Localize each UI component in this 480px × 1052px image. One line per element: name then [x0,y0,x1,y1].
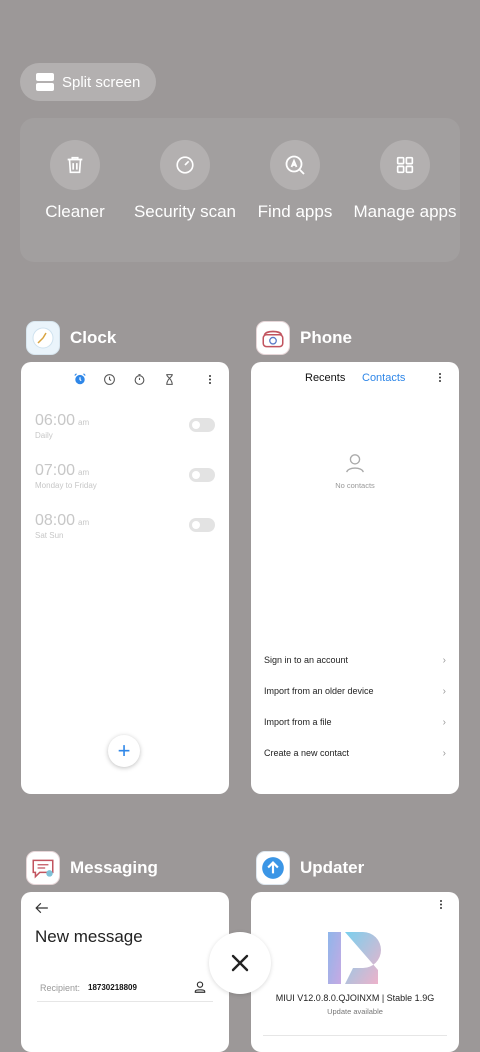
messaging-app-name: Messaging [70,858,158,877]
import-file-item[interactable]: Import from a file › [264,717,446,728]
create-contact-item[interactable]: Create a new contact › [264,748,446,759]
manage-apps-button[interactable]: Manage apps [350,140,460,222]
alarm-time: 07:00 [35,462,76,479]
split-screen-icon [36,73,54,91]
list-item-label: Sign in to an account [264,655,349,665]
clock-app-header: Clock [26,321,116,355]
alarm-tab-icon[interactable] [73,372,87,386]
tab-contacts[interactable]: Contacts [362,372,405,384]
chevron-right-icon: › [442,686,446,697]
add-alarm-button[interactable]: + [108,735,140,767]
alarm-toggle[interactable] [189,468,215,482]
alarm-toggle[interactable] [189,518,215,532]
grid-icon [380,140,430,190]
updater-app-icon [256,851,290,885]
sign-in-item[interactable]: Sign in to an account › [264,655,446,666]
new-message-title: New message [35,927,143,946]
alarm-item[interactable]: 06:00 am Daily [35,412,215,440]
clock-tabs [21,372,229,388]
close-all-button[interactable] [209,932,271,994]
phone-app-icon [256,321,290,355]
clock-app-card[interactable]: 06:00 am Daily 07:00 am Monday to Friday 0… [21,362,229,794]
split-screen-label: Split screen [62,73,141,91]
updater-app-header: Updater [256,851,364,885]
chevron-right-icon: › [442,655,446,666]
contact-picker-icon[interactable] [193,980,207,994]
miui-12-logo-icon [328,932,381,984]
list-item-label: Import from a file [264,717,332,727]
split-screen-button[interactable]: Split screen [20,63,156,101]
list-item-label: Create a new contact [264,748,350,758]
timer-tab-icon[interactable] [163,373,176,386]
more-options-icon[interactable] [435,898,447,911]
chevron-right-icon: › [442,748,446,759]
divider [263,1035,447,1036]
security-scan-icon [160,140,210,190]
alarm-item[interactable]: 07:00 am Monday to Friday [35,462,215,490]
alarm-ampm: am [78,518,90,527]
more-options-icon[interactable] [204,373,216,386]
chevron-right-icon: › [442,717,446,728]
alarm-toggle[interactable] [189,418,215,432]
trash-icon [50,140,100,190]
back-arrow-icon[interactable] [35,902,49,914]
phone-app-name: Phone [300,328,352,347]
find-apps-label: Find apps [257,202,333,221]
clock-app-name: Clock [70,328,117,347]
alarm-item[interactable]: 08:00 am Sat Sun [35,512,215,540]
close-icon [231,954,249,972]
person-icon [346,454,364,473]
version-text: MIUI V12.0.8.0.QJOINXM | Stable 1.9G [275,993,435,1003]
tab-recents[interactable]: Recents [305,372,345,384]
updater-app-name: Updater [300,858,365,877]
messaging-app-icon [26,851,60,885]
messaging-app-card[interactable]: New message Recipient: 18730218809 [21,892,229,1052]
alarm-repeat: Monday to Friday [35,481,97,490]
alarm-time: 06:00 [35,412,76,429]
empty-contacts-text: No contacts [335,481,375,490]
cleaner-button[interactable]: Cleaner [20,140,130,222]
alarm-ampm: am [78,418,90,427]
alarm-ampm: am [78,468,90,477]
quick-actions-panel: Cleaner Security scan Find apps Manage a… [20,118,460,262]
updater-app-card[interactable]: MIUI V12.0.8.0.QJOINXM | Stable 1.9G Upd… [251,892,459,1052]
list-item-label: Import from an older device [264,686,374,696]
phone-app-card[interactable]: Recents Contacts No contacts Sign in to … [251,362,459,794]
divider [37,1001,213,1002]
find-apps-icon [270,140,320,190]
recipient-input[interactable]: 18730218809 [88,983,137,992]
alarm-repeat: Daily [35,431,53,440]
phone-app-header: Phone [256,321,352,355]
world-clock-tab-icon[interactable] [103,373,116,386]
manage-apps-label: Manage apps [353,202,457,221]
stopwatch-tab-icon[interactable] [133,373,146,386]
alarm-repeat: Sat Sun [35,531,64,540]
more-options-icon[interactable] [434,371,446,384]
import-older-device-item[interactable]: Import from an older device › [264,686,446,697]
clock-app-icon [26,321,60,355]
recipient-label: Recipient: [40,983,81,993]
alarm-time: 08:00 [35,512,76,529]
update-status-text: Update available [327,1007,383,1016]
messaging-app-header: Messaging [26,851,158,885]
find-apps-button[interactable]: Find apps [240,140,350,222]
cleaner-label: Cleaner [45,202,105,221]
security-scan-label: Security scan [133,202,237,221]
security-scan-button[interactable]: Security scan [130,140,240,222]
